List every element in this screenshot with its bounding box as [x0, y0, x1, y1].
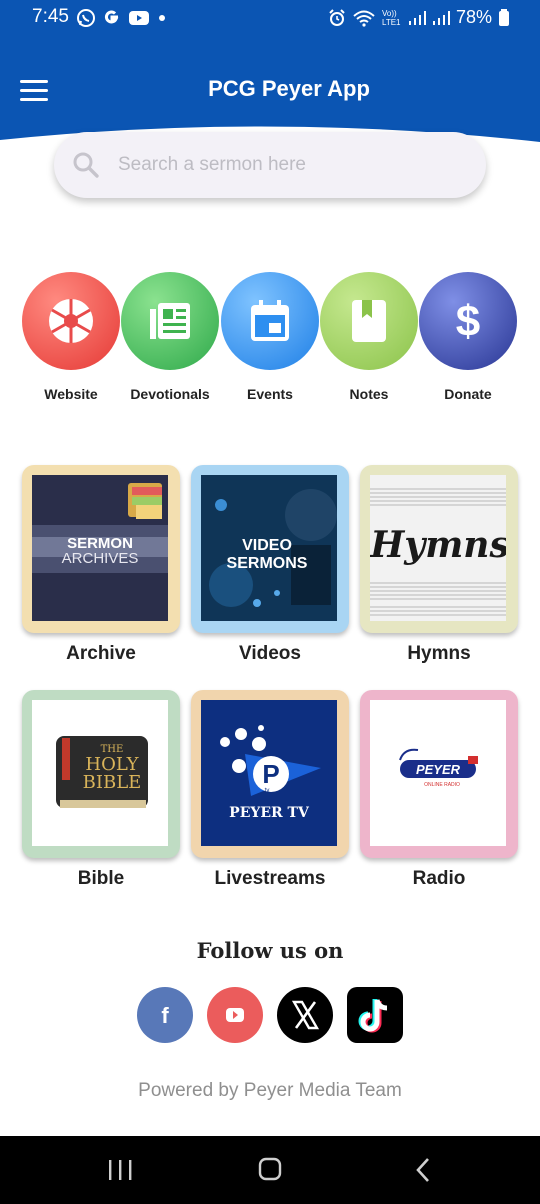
alarm-icon [329, 8, 345, 26]
newspaper-icon [150, 303, 190, 339]
follow-us-title: Follow us on [196, 938, 344, 963]
archive-image: SERMON ARCHIVES [32, 475, 168, 621]
archive-label: Archive [66, 643, 136, 664]
powered-by-text: Powered by Peyer Media Team [138, 1080, 402, 1101]
search-icon [73, 152, 99, 178]
back-button[interactable] [402, 1156, 442, 1184]
quick-action-website[interactable]: Website [21, 272, 121, 402]
tiktok-icon[interactable] [346, 986, 404, 1044]
aperture-icon [49, 299, 93, 343]
search-bar[interactable] [54, 132, 486, 198]
events-button[interactable] [221, 272, 319, 370]
signal-icon [408, 10, 426, 25]
status-bar: 7:45 Vo)) LTE1 78% [0, 0, 540, 36]
quick-action-events[interactable]: Events [220, 272, 320, 402]
facebook-icon[interactable]: f [136, 986, 194, 1044]
recents-button[interactable] [100, 1156, 140, 1184]
website-label: Website [44, 386, 98, 402]
radio-frame[interactable]: PEYER ONLINE RADIO [360, 690, 518, 858]
tile-videos[interactable]: VIDEO SERMONS Videos [191, 465, 349, 665]
devotionals-label: Devotionals [130, 386, 210, 402]
hymns-label: Hymns [407, 643, 471, 664]
donate-button[interactable]: $ [419, 272, 517, 370]
radio-image: PEYER ONLINE RADIO [370, 700, 506, 846]
livestreams-image: P tv PEYER TV [201, 700, 337, 846]
system-navigation-bar [0, 1136, 540, 1204]
tile-radio[interactable]: PEYER ONLINE RADIO Radio [360, 690, 518, 890]
archive-frame[interactable]: SERMON ARCHIVES [22, 465, 180, 633]
livestreams-label: Livestreams [214, 868, 326, 889]
livestreams-logo-letter: P [262, 759, 279, 789]
x-icon[interactable] [276, 986, 334, 1044]
bible-image: THE HOLY BIBLE [32, 700, 168, 846]
quick-action-notes[interactable]: Notes [319, 272, 419, 402]
book-icon [352, 300, 386, 342]
calendar-icon [251, 300, 289, 341]
app-title: PCG Peyer App [208, 76, 370, 101]
quick-action-donate[interactable]: $ Donate [418, 272, 518, 402]
svg-text:$: $ [456, 297, 480, 346]
bible-label: Bible [77, 868, 125, 889]
bible-frame[interactable]: THE HOLY BIBLE [22, 690, 180, 858]
youtube-icon[interactable] [206, 986, 264, 1044]
videos-frame[interactable]: VIDEO SERMONS [191, 465, 349, 633]
volte-indicator: Vo)) LTE1 [381, 8, 401, 27]
videos-image-text-1: VIDEO [242, 537, 292, 554]
radio-image-text-1: PEYER [416, 762, 461, 777]
whatsapp-icon [77, 9, 95, 27]
hymns-frame[interactable]: Hymns [360, 465, 518, 633]
videos-image: VIDEO SERMONS [201, 475, 337, 621]
livestreams-frame[interactable]: P tv PEYER TV [191, 690, 349, 858]
dot-icon [159, 15, 165, 21]
wifi-icon [353, 10, 375, 27]
tile-hymns[interactable]: Hymns Hymns [360, 465, 518, 665]
donate-label: Donate [444, 386, 492, 402]
svg-text:f: f [161, 1003, 169, 1028]
google-icon [105, 10, 119, 24]
home-button[interactable] [250, 1156, 290, 1184]
status-right-icons: Vo)) LTE1 78% [328, 7, 510, 28]
dollar-icon: $ [456, 297, 480, 346]
archive-image-text-2: ARCHIVES [62, 550, 139, 567]
website-button[interactable] [22, 272, 120, 370]
battery-percentage: 78% [455, 7, 492, 27]
battery-icon [499, 8, 509, 26]
events-label: Events [247, 386, 293, 402]
livestreams-logo-tv: tv [265, 788, 270, 794]
search-input[interactable] [118, 154, 438, 176]
radio-label: Radio [412, 868, 466, 889]
hymns-image: Hymns [370, 475, 506, 621]
tile-livestreams[interactable]: P tv PEYER TV Livestreams [191, 690, 349, 890]
devotionals-button[interactable] [121, 272, 219, 370]
status-left-icons [76, 8, 168, 28]
tile-bible[interactable]: THE HOLY BIBLE Bible [22, 690, 180, 890]
bible-image-text-3: BIBLE [83, 772, 142, 793]
notes-button[interactable] [320, 272, 418, 370]
quick-action-devotionals[interactable]: Devotionals [120, 272, 220, 402]
notes-label: Notes [349, 386, 389, 402]
youtube-icon [129, 11, 149, 25]
status-time: 7:45 [32, 6, 69, 27]
videos-image-text-2: SERMONS [227, 555, 308, 572]
livestreams-image-text: PEYER TV [229, 805, 310, 821]
radio-image-text-2: ONLINE RADIO [424, 782, 460, 788]
videos-label: Videos [239, 643, 301, 664]
tile-archive[interactable]: SERMON ARCHIVES Archive [22, 465, 180, 665]
signal-icon-2 [432, 10, 450, 25]
hymns-image-text: Hymns [370, 524, 506, 566]
